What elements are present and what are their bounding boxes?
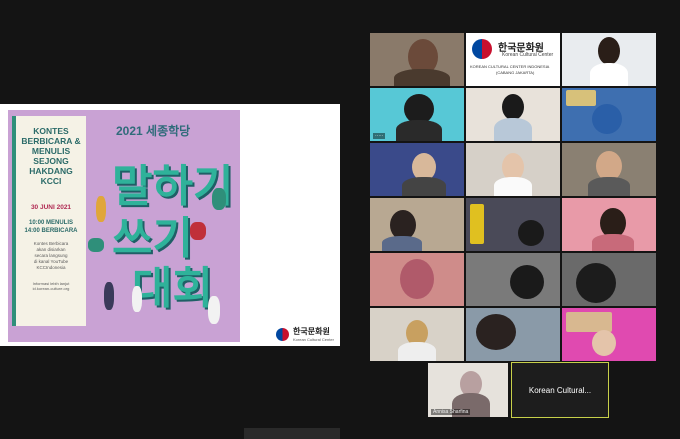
participant-name: Korean Cultural... <box>528 385 592 395</box>
participant-video[interactable] <box>466 308 560 361</box>
illustration-figure <box>104 282 114 310</box>
participant-video[interactable] <box>466 143 560 196</box>
participant-video[interactable] <box>466 198 560 251</box>
contest-poster: KONTES BERBICARA & MENULIS SEJONG HAKDAN… <box>8 110 240 342</box>
participant-video-active[interactable]: Korean Cultural... <box>511 362 609 418</box>
participant-video[interactable] <box>370 143 464 196</box>
participant-video[interactable] <box>562 308 656 361</box>
participant-video[interactable]: Annisa Sharfina <box>428 363 508 417</box>
participant-video[interactable] <box>562 88 656 141</box>
bottom-toolbar <box>244 428 340 439</box>
illustration-figure <box>96 196 106 222</box>
participant-video[interactable] <box>466 253 560 306</box>
poster-info-panel: KONTES BERBICARA & MENULIS SEJONG HAKDAN… <box>12 116 86 326</box>
poster-description: Kontes Berbicara akan disiarkan secara l… <box>33 241 69 270</box>
participant-name: Annisa Sharfina <box>431 409 471 415</box>
taegeuk-icon <box>472 39 492 59</box>
participant-video[interactable] <box>562 33 656 86</box>
poster-big-text-3: 대회 <box>132 264 213 313</box>
participant-video[interactable] <box>562 143 656 196</box>
illustration-figure <box>132 286 142 312</box>
taegeuk-icon <box>276 327 289 341</box>
participant-video[interactable] <box>370 33 464 86</box>
poster-year-title: 2021 세종학당 <box>116 124 191 138</box>
illustration-figure <box>88 238 104 252</box>
participant-video[interactable] <box>466 88 560 141</box>
shared-screen: KONTES BERBICARA & MENULIS SEJONG HAKDAN… <box>0 104 340 346</box>
participant-video[interactable] <box>562 253 656 306</box>
poster-title: KONTES BERBICARA & MENULIS SEJONG HAKDAN… <box>21 126 81 186</box>
participant-video[interactable] <box>370 308 464 361</box>
participant-video[interactable] <box>562 198 656 251</box>
poster-schedule: 10:00 MENULIS 14:00 BERBICARA <box>24 220 78 234</box>
poster-more-info: Informasi lebih lanjut id.korean-culture… <box>32 281 70 291</box>
participant-video[interactable]: ····· <box>370 88 464 141</box>
illustration-figure <box>190 222 206 240</box>
illustration-figure <box>208 296 220 324</box>
participant-video[interactable] <box>370 253 464 306</box>
illustration-figure <box>212 188 226 210</box>
participant-video[interactable] <box>370 198 464 251</box>
poster-date: 30 JUNI 2021 <box>30 204 72 211</box>
kcc-logo: 한국문화원 Korean Cultural Center <box>276 326 334 342</box>
kcc-banner-video[interactable]: 한국문화원 Korean Cultural Center KOREAN CULT… <box>466 33 560 86</box>
